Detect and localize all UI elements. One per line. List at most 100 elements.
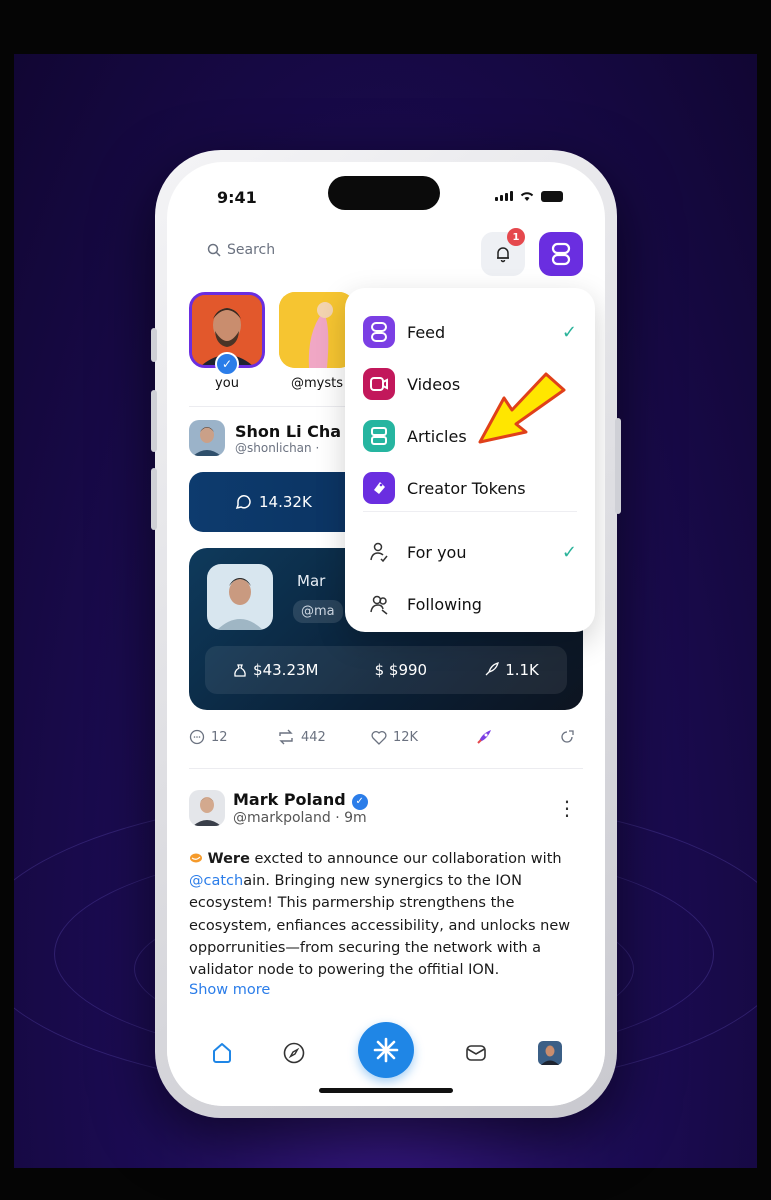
market-cap: $43.23M [233,661,318,679]
following-icon [363,588,395,620]
articles-icon [363,420,395,452]
dropdown-label: Creator Tokens [407,478,526,498]
battery-icon [541,190,563,202]
author-name[interactable]: Shon Li Cha [235,422,341,441]
feed-menu-button[interactable] [539,232,583,276]
post-time: · 9m [335,809,367,826]
tab-messages[interactable] [461,1038,491,1068]
token-avatar [207,564,273,630]
story-you[interactable]: ✓ you [189,292,265,391]
reply-count: 12 [211,729,228,745]
creator-token-icon [363,472,395,504]
rocket-icon [485,662,500,676]
phone-frame: 9:41 Search 1 ✓ you @mysts Shon Li Cha @… [151,150,621,1118]
dropdown-item-feed[interactable]: Feed ✓ [363,314,583,350]
reply-action[interactable]: 12 [189,729,277,745]
for-you-icon [363,536,395,568]
signal-icon [495,191,513,201]
post-body: Were excted to announce our collaboratio… [189,848,585,981]
reply-icon [189,729,205,745]
author-avatar[interactable] [189,790,225,826]
verified-badge-icon: ✓ [351,793,368,810]
feed-icon [363,316,395,348]
compass-icon [283,1042,305,1064]
verified-check-icon: ✓ [215,352,239,376]
like-count: 12K [393,729,419,745]
dynamic-island [328,176,440,210]
story-label: you [215,376,239,391]
repost-count: 442 [301,729,326,745]
author-handle-line: @markpoland · 9m [233,810,368,826]
author-avatar[interactable] [189,420,225,456]
post-header: Shon Li Cha @shonlichan · [189,420,341,456]
repost-action[interactable]: 442 [277,729,371,745]
author-name-text: Mark Poland [233,790,346,810]
dropdown-item-following[interactable]: Following [363,586,583,622]
more-options-icon[interactable]: ⋮ [557,796,577,820]
status-icons [495,190,563,202]
tab-home[interactable] [207,1038,237,1068]
app-screen: 9:41 Search 1 ✓ you @mysts Shon Li Cha @… [167,162,605,1106]
status-time: 9:41 [217,188,257,207]
money-bag-icon [234,664,246,677]
story-mysts[interactable]: @mysts [279,292,355,391]
token-price: $ $990 [374,661,428,679]
tab-profile[interactable] [535,1038,565,1068]
mail-icon [466,1045,486,1061]
profile-avatar-icon [538,1041,562,1065]
author-handle: @shonlichan · [235,440,320,455]
boost-action[interactable] [475,728,559,746]
token-name: Mar [297,572,326,590]
dropdown-label: Feed [407,322,446,342]
check-icon: ✓ [561,541,577,563]
notification-badge: 1 [507,228,525,246]
create-button[interactable] [358,1022,414,1078]
dropdown-label: Articles [407,426,467,446]
check-icon: ✓ [561,321,577,343]
share-icon [561,730,574,743]
post-text-a: excted to announce our collaboration wit… [249,851,562,867]
author-name[interactable]: Mark Poland ✓ [233,790,368,810]
repost-icon [279,729,293,745]
dropdown-separator [363,511,577,512]
wifi-icon [520,192,534,201]
like-action[interactable]: 12K [371,730,475,745]
tab-explore[interactable] [279,1038,309,1068]
search-icon [207,243,221,257]
show-more-link[interactable]: Show more [189,982,270,998]
comments-count: 14.32K [259,493,312,511]
dropdown-item-creator-tokens[interactable]: Creator Tokens [363,470,583,506]
video-icon [363,368,395,400]
search-bar[interactable]: Search [207,242,275,258]
feed-type-dropdown: Feed ✓ Videos Articles Creator Tokens Fo… [345,288,595,632]
bell-icon [497,247,509,263]
mention-link[interactable]: @catch [189,873,243,889]
post-actions: 12 442 12K [189,728,583,746]
rocket-boost-icon [477,730,491,744]
comment-icon [235,495,251,510]
feed-switch-icon [551,242,571,266]
dropdown-label: Following [407,594,482,614]
market-cap-value: $43.23M [253,661,319,679]
story-avatar [279,292,355,368]
home-icon [213,1043,231,1063]
token-handle: @ma [293,600,343,623]
pointer-arrow-icon [478,372,566,444]
dropdown-label: For you [407,542,467,562]
emoji-icon [190,853,202,863]
post-text-lead: Were [207,851,250,867]
dropdown-item-for-you[interactable]: For you ✓ [363,534,583,570]
share-action[interactable] [559,729,575,745]
heart-icon [371,730,387,745]
token-stats: $43.23M $ $990 1.1K [205,646,567,694]
home-indicator [319,1088,453,1093]
holders: 1.1K [483,661,539,679]
story-label: @mysts [291,376,343,391]
post-header: Mark Poland ✓ @markpoland · 9m ⋮ [189,790,583,826]
notifications-button[interactable]: 1 [481,228,525,276]
search-placeholder: Search [227,242,276,258]
author-handle: @markpoland [233,809,331,826]
holders-value: 1.1K [505,661,539,679]
divider [189,768,583,769]
post-text-b: ain. Bringing new synergics to the ION e… [189,873,571,979]
